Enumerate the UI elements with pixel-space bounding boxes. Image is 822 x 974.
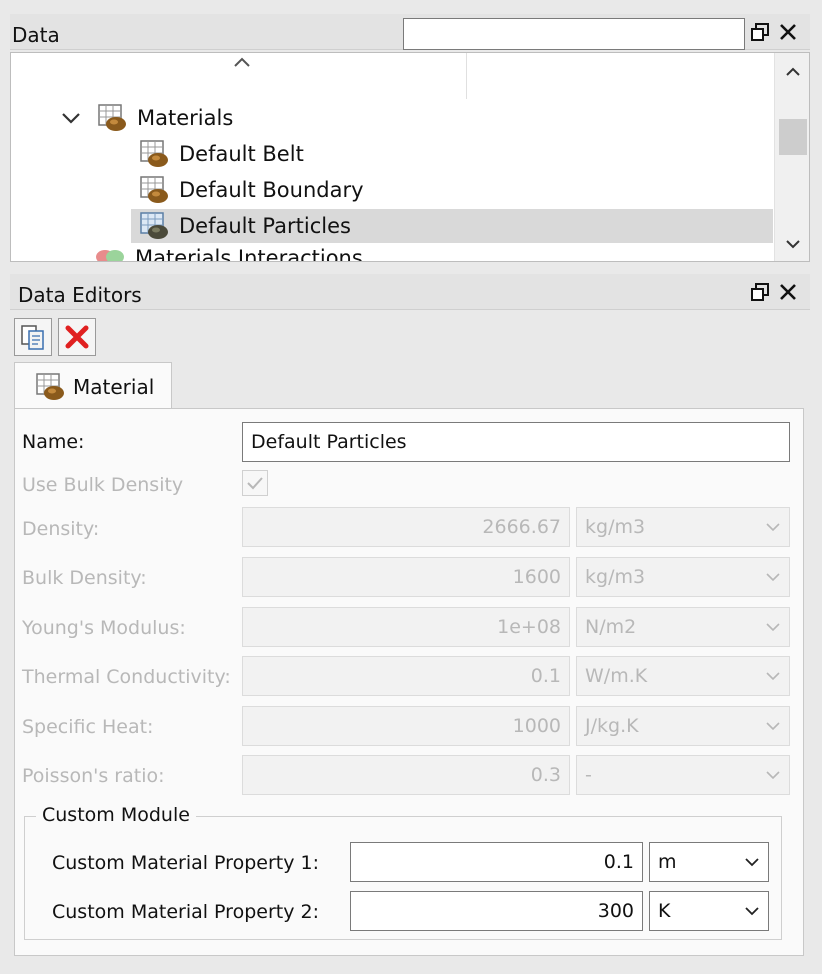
tree-scrollbar[interactable] xyxy=(774,53,809,261)
editors-panel-title: Data Editors xyxy=(18,283,142,307)
float-panel-icon[interactable] xyxy=(746,278,774,306)
data-panel-title: Data xyxy=(12,23,60,47)
specific-heat-unit-select[interactable]: J/kg.K xyxy=(576,706,790,746)
poissons-ratio-unit-select[interactable]: - xyxy=(576,755,790,795)
use-bulk-density-checkbox[interactable] xyxy=(242,470,268,496)
custom-property-2-label: Custom Material Property 2: xyxy=(52,901,319,923)
chevron-down-icon xyxy=(766,623,780,632)
poissons-ratio-label: Poisson's ratio: xyxy=(22,765,165,787)
specific-heat-label: Specific Heat: xyxy=(22,716,154,738)
chevron-down-icon[interactable] xyxy=(61,111,81,125)
specific-heat-input[interactable]: 1000 xyxy=(242,706,570,746)
chevron-down-icon xyxy=(766,523,780,532)
data-panel-header: Data xyxy=(10,14,810,50)
unit-value: - xyxy=(585,764,592,786)
chevron-down-icon xyxy=(766,722,780,731)
chevron-down-icon xyxy=(766,573,780,582)
editors-panel-header: Data Editors xyxy=(10,274,810,310)
close-panel-icon[interactable] xyxy=(774,278,802,306)
name-label: Name: xyxy=(22,431,85,453)
tab-material[interactable]: Material xyxy=(14,362,172,410)
chevron-down-icon xyxy=(766,771,780,780)
chevron-down-icon xyxy=(745,858,759,867)
custom-module-title: Custom Module xyxy=(36,804,196,826)
custom-property-1-unit-select[interactable]: m xyxy=(649,842,769,882)
tree-item-label: Default Belt xyxy=(179,142,304,166)
column-divider xyxy=(466,53,467,99)
unit-value: m xyxy=(658,851,677,873)
bulk-density-unit-select[interactable]: kg/m3 xyxy=(576,557,790,597)
materials-folder-icon xyxy=(98,104,126,131)
scroll-down-icon[interactable] xyxy=(775,229,809,259)
thermal-conductivity-unit-select[interactable]: W/m.K xyxy=(576,656,790,696)
unit-value: K xyxy=(658,900,671,922)
material-icon xyxy=(36,372,64,400)
material-icon xyxy=(140,212,168,239)
material-icon xyxy=(140,176,168,203)
float-panel-icon[interactable] xyxy=(746,18,774,46)
unit-value: W/m.K xyxy=(585,665,648,687)
scroll-thumb[interactable] xyxy=(779,119,807,155)
poissons-ratio-input[interactable]: 0.3 xyxy=(242,755,570,795)
chevron-down-icon xyxy=(745,907,759,916)
scroll-up-icon[interactable] xyxy=(775,57,809,87)
youngs-modulus-unit-select[interactable]: N/m2 xyxy=(576,607,790,647)
delete-button[interactable] xyxy=(58,318,96,356)
unit-value: kg/m3 xyxy=(585,516,646,538)
unit-value: N/m2 xyxy=(585,616,637,638)
thermal-conductivity-input[interactable]: 0.1 xyxy=(242,656,570,696)
copy-icon xyxy=(21,325,44,350)
density-label: Density: xyxy=(22,518,100,540)
bulk-density-input[interactable]: 1600 xyxy=(242,557,570,597)
data-tree[interactable]: Materials Default Belt Default Boundary … xyxy=(10,52,810,262)
delete-icon xyxy=(65,325,89,349)
unit-value: kg/m3 xyxy=(585,566,646,588)
tree-item-materials[interactable]: Materials xyxy=(61,101,233,135)
tree-item-default-boundary[interactable]: Default Boundary xyxy=(135,173,775,207)
custom-property-1-label: Custom Material Property 1: xyxy=(52,852,319,874)
tree-item-default-particles[interactable]: Default Particles xyxy=(131,209,773,243)
custom-property-2-input[interactable]: 300 xyxy=(350,891,643,931)
material-icon xyxy=(140,140,168,167)
tree-item-label: Materials Interactions xyxy=(135,246,363,262)
thermal-conductivity-label: Thermal Conductivity: xyxy=(22,666,231,688)
copy-button[interactable] xyxy=(14,318,52,356)
tree-item-label: Default Particles xyxy=(179,214,351,238)
tree-item-label: Default Boundary xyxy=(179,178,364,202)
checkmark-icon xyxy=(247,477,263,490)
sort-ascending-icon[interactable] xyxy=(233,53,251,72)
use-bulk-density-label: Use Bulk Density xyxy=(22,474,184,496)
tab-label: Material xyxy=(73,374,155,399)
custom-property-2-unit-select[interactable]: K xyxy=(649,891,769,931)
interactions-icon xyxy=(96,250,124,261)
chevron-down-icon xyxy=(766,672,780,681)
youngs-modulus-input[interactable]: 1e+08 xyxy=(242,607,570,647)
density-input[interactable]: 2666.67 xyxy=(242,507,570,547)
close-panel-icon[interactable] xyxy=(774,18,802,46)
custom-property-1-input[interactable]: 0.1 xyxy=(350,842,643,882)
name-input[interactable]: Default Particles xyxy=(242,422,790,462)
tree-item-label: Materials xyxy=(137,106,234,130)
data-search-input[interactable] xyxy=(403,18,745,50)
tree-item-materials-interactions[interactable]: Materials Interactions xyxy=(95,241,363,262)
tree-item-default-belt[interactable]: Default Belt xyxy=(135,137,775,171)
unit-value: J/kg.K xyxy=(585,715,639,737)
density-unit-select[interactable]: kg/m3 xyxy=(576,507,790,547)
youngs-modulus-label: Young's Modulus: xyxy=(22,617,186,639)
bulk-density-label: Bulk Density: xyxy=(22,567,147,589)
